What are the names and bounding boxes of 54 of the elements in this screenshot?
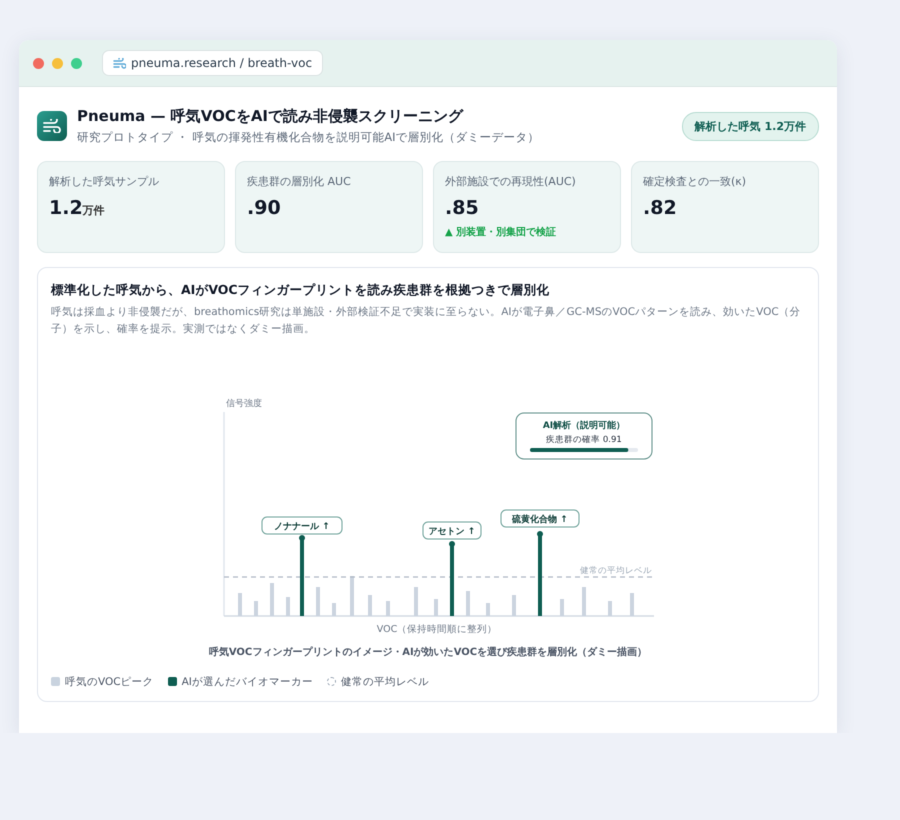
voc-peak	[560, 598, 564, 616]
voc-peak	[350, 576, 354, 616]
voc-peak	[466, 590, 470, 616]
voc-peak	[582, 586, 586, 616]
voc-peak	[238, 592, 242, 616]
ai-card-title: AI解析（説明可能）	[542, 420, 626, 431]
chart-caption: 呼気VOCフィンガープリントのイメージ・AIが効いたVOCを選び疾患群を層別化（ダミー描画）	[208, 645, 648, 659]
app-subtitle: 研究プロトタイプ ・ 呼気の揮発性有機化合物を説明可能AIで層別化（ダミーデータ）	[77, 130, 541, 145]
stat-note: ▲ 別装置・別集団で検証	[445, 226, 558, 239]
biomarker-label: 硫黄化合物 ↑	[512, 514, 568, 525]
address-bar[interactable]: pneuma.research / breath-voc	[102, 50, 324, 76]
voc-peak	[270, 582, 274, 616]
voc-peak	[486, 602, 490, 616]
maximize-dot[interactable]	[71, 58, 82, 68]
biomarker-tag	[422, 521, 482, 540]
wind-icon	[43, 119, 61, 133]
stat-value: .90	[247, 197, 282, 219]
wind-icon	[113, 58, 126, 68]
baseline-label: 健常の平均レベル	[580, 566, 652, 576]
app-title: Pneuma — 呼気VOCをAIで読み非侵襲スクリーニング	[77, 107, 464, 126]
voc-peak	[512, 594, 516, 616]
probability-reading: 疾患群の確率 0.91	[546, 434, 622, 445]
panel-title: 標準化した呼気から、AIがVOCフィンガープリントを読み疾患群を根拠つきで層別化	[51, 282, 551, 299]
stat-label: 疾患群の層別化 AUC	[247, 174, 352, 189]
biomarker-label: ノナナール ↑	[274, 522, 330, 532]
legend-swatch	[51, 677, 60, 686]
legend-swatch	[326, 677, 336, 686]
voc-peak	[368, 594, 372, 616]
legend-label: 呼気のVOCピーク	[65, 674, 154, 689]
voc-peak	[630, 592, 634, 616]
voc-peak	[254, 600, 258, 616]
voc-peak	[316, 586, 320, 616]
y-axis-label: 信号強度	[226, 398, 262, 409]
voc-peak	[332, 602, 336, 616]
legend-label: AIが選んだバイオマーカー	[182, 674, 313, 689]
voc-peak	[608, 600, 612, 616]
legend-label: 健常の平均レベル	[340, 674, 429, 689]
panel-description: 呼気は採血より非侵襲だが、breathomics研究は単施設・外部検証不足で実装に至らない。AIが電子鼻／GC-MSのVOCパターンを読み、効いたVOC（分子）を示し、確率を提示。実測ではなくダミー描画。	[51, 305, 802, 338]
sample-count-badge: 解析した呼気 1.2万件	[682, 112, 819, 140]
legend-swatch	[168, 677, 177, 686]
stat-label: 確定検査との一致(κ)	[643, 174, 748, 189]
voc-peak	[414, 586, 418, 616]
stat-value: .85	[445, 197, 480, 219]
voc-peak	[286, 596, 290, 616]
voc-peak	[434, 598, 438, 616]
voc-peak	[386, 600, 390, 616]
stat-value: 1.2万件	[49, 197, 106, 219]
x-axis-label: VOC（保持時間順に整列）	[376, 624, 498, 635]
stat-label: 解析した呼気サンプル	[49, 174, 160, 189]
stat-value: .82	[643, 197, 678, 219]
minimize-dot[interactable]	[52, 58, 63, 68]
close-dot[interactable]	[33, 58, 44, 68]
stat-label: 外部施設での再現性(AUC)	[445, 174, 577, 189]
biomarker-label: アセトン ↑	[428, 526, 476, 537]
